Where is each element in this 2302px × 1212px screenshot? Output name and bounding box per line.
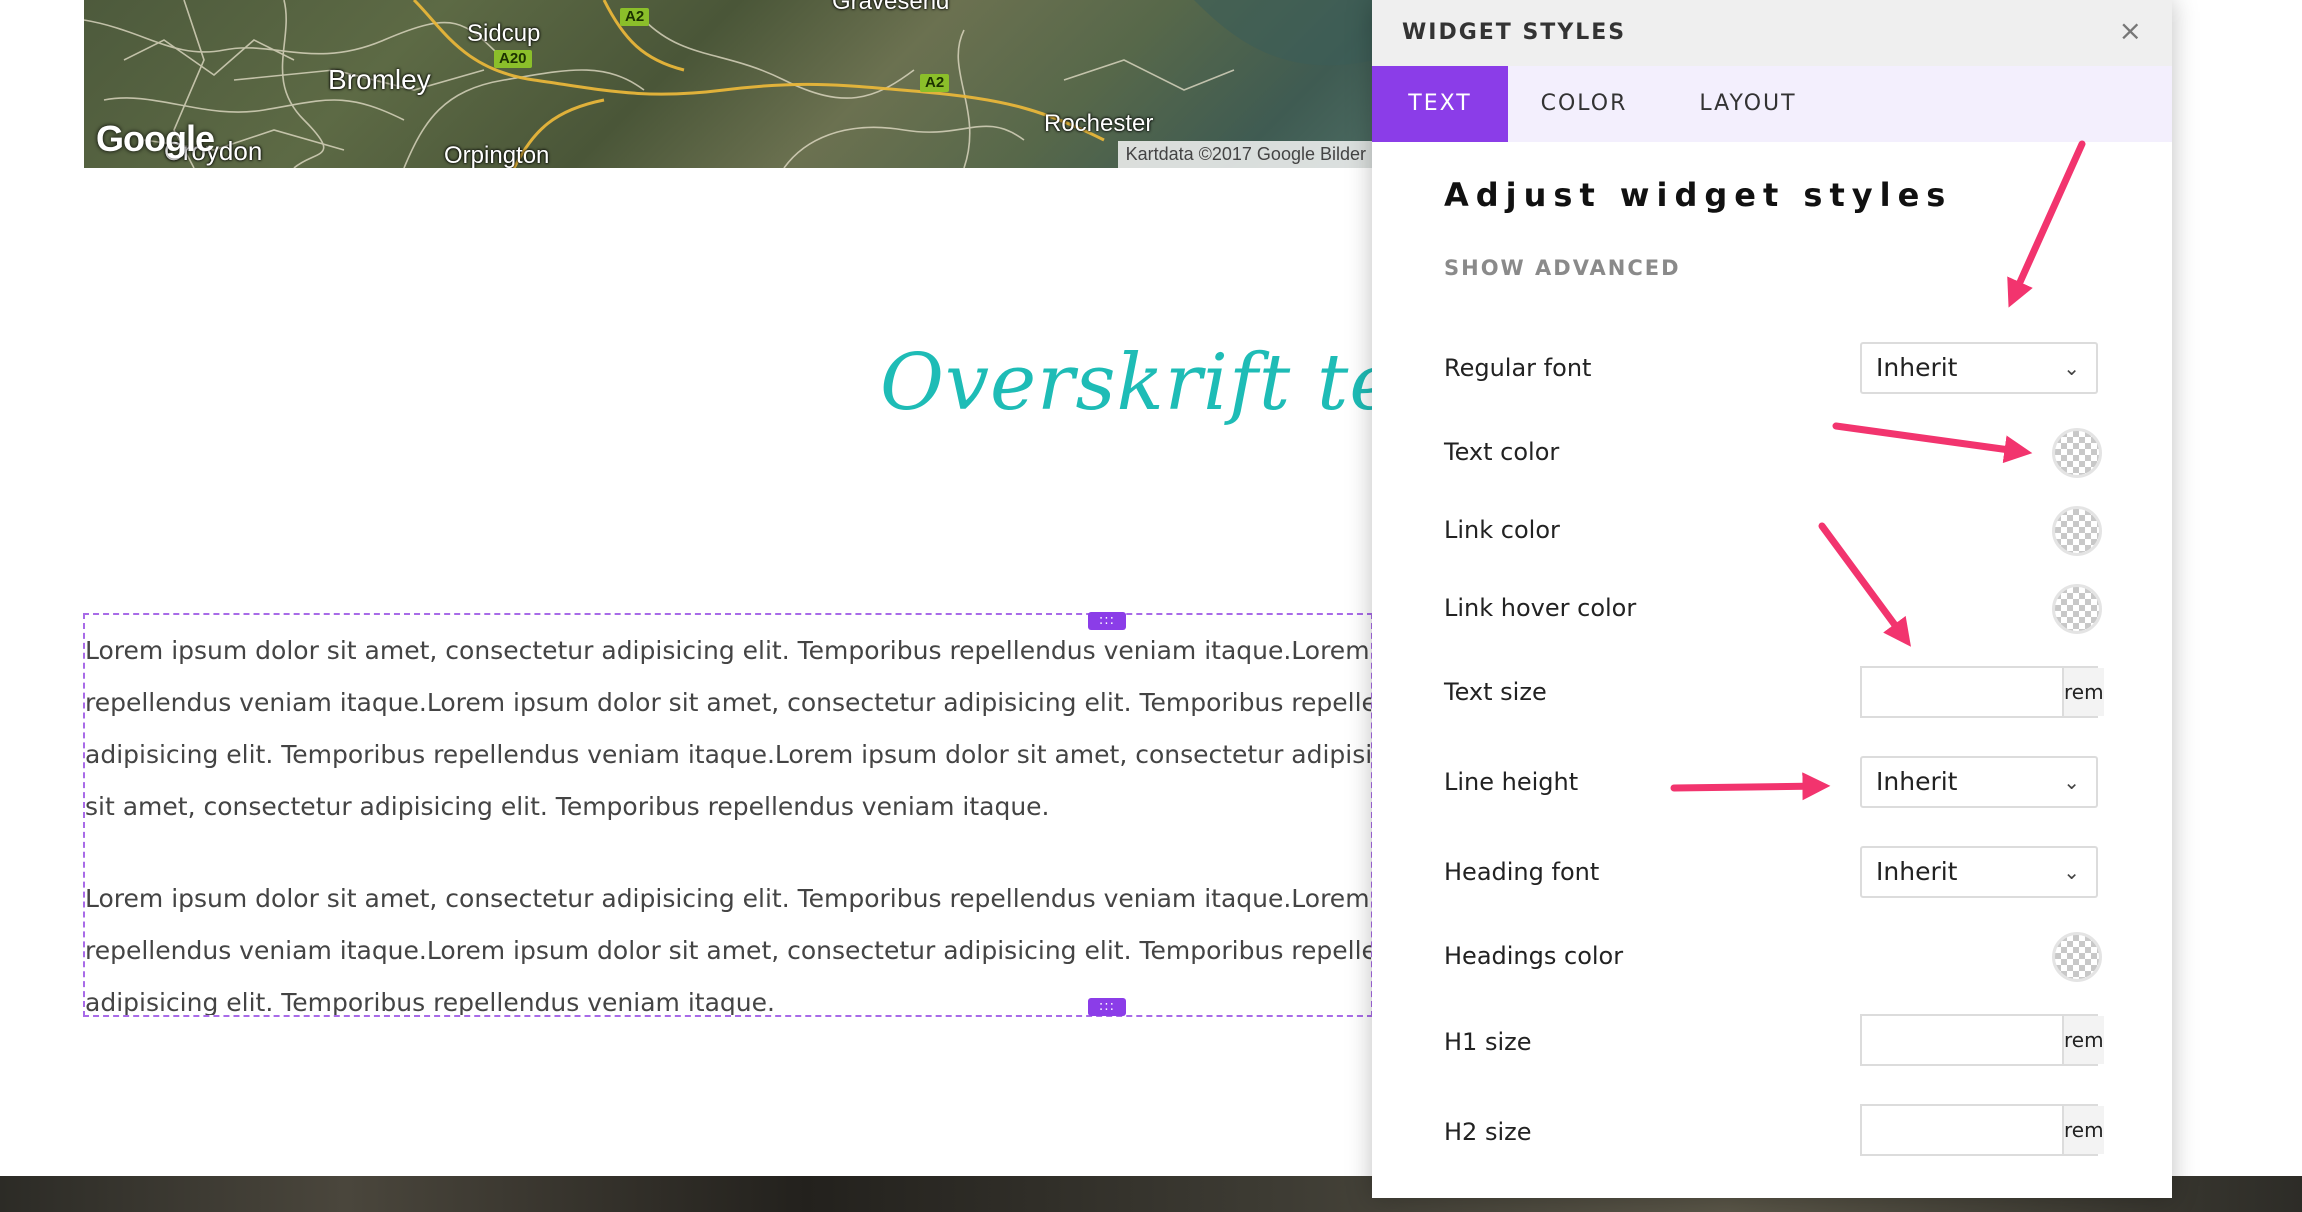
paragraph-line: adipisicing elit. Temporibus repellendus… — [85, 740, 1373, 769]
panel-header: WIDGET STYLES × — [1372, 0, 2172, 66]
tab-color[interactable]: COLOR — [1520, 66, 1648, 142]
text-widget[interactable]: Lorem ipsum dolor sit amet, consectetur … — [83, 613, 1373, 1017]
map-place-label: Rochester — [1044, 110, 1154, 137]
road-badge: A20 — [494, 50, 532, 68]
map-place-label: Bromley — [328, 64, 431, 95]
link-hover-color-swatch[interactable] — [2052, 584, 2102, 634]
h1-size-input[interactable] — [1862, 1016, 2062, 1064]
tab-text[interactable]: TEXT — [1372, 66, 1508, 142]
regular-font-select[interactable]: Inherit ⌄ — [1860, 342, 2098, 394]
widget-styles-panel: WIDGET STYLES × TEXT COLOR LAYOUT Adjust… — [1372, 0, 2172, 1198]
h2-size-label: H2 size — [1444, 1118, 1532, 1146]
headings-color-swatch[interactable] — [2052, 932, 2102, 982]
text-color-swatch[interactable] — [2052, 428, 2102, 478]
close-icon[interactable]: × — [2119, 14, 2142, 47]
heading-font-select[interactable]: Inherit ⌄ — [1860, 846, 2098, 898]
line-height-select[interactable]: Inherit ⌄ — [1860, 756, 2098, 808]
paragraph-line: adipisicing elit. Temporibus repellendus… — [85, 988, 775, 1017]
line-height-value: Inherit — [1876, 767, 1958, 796]
h1-size-label: H1 size — [1444, 1028, 1532, 1056]
panel-title: WIDGET STYLES — [1402, 20, 1627, 45]
line-height-label: Line height — [1444, 768, 1579, 796]
heading-font-value: Inherit — [1876, 857, 1958, 886]
paragraph-line: repellendus veniam itaque.Lorem ipsum do… — [85, 688, 1373, 717]
link-color-swatch[interactable] — [2052, 506, 2102, 556]
h2-size-input[interactable] — [1862, 1106, 2062, 1154]
drag-handle-icon[interactable]: ::: — [1088, 612, 1126, 630]
paragraph-line: Lorem ipsum dolor sit amet, consectetur … — [85, 636, 1373, 665]
h1-size-field: rem — [1860, 1014, 2104, 1066]
chevron-down-icon: ⌄ — [2063, 770, 2080, 794]
map-embed[interactable]: Sidcup Bromley Croydon Orpington Rochest… — [84, 0, 1374, 168]
chevron-down-icon: ⌄ — [2063, 860, 2080, 884]
show-advanced-link[interactable]: SHOW ADVANCED — [1444, 256, 1681, 280]
link-hover-color-label: Link hover color — [1444, 594, 1637, 622]
text-size-label: Text size — [1444, 678, 1547, 706]
drag-handle-icon[interactable]: ::: — [1088, 998, 1126, 1016]
tab-bar: TEXT COLOR LAYOUT — [1372, 66, 2172, 142]
text-size-input[interactable] — [1862, 668, 2062, 716]
link-color-label: Link color — [1444, 516, 1560, 544]
text-size-field: rem — [1860, 666, 2104, 718]
map-place-label: Orpington — [444, 142, 550, 168]
paragraph: Lorem ipsum dolor sit amet, consectetur … — [85, 873, 1373, 1017]
map-attribution[interactable]: Kartdata ©2017 Google Bilder — [1117, 141, 1374, 168]
unit-label: rem — [2062, 1016, 2104, 1064]
regular-font-value: Inherit — [1876, 353, 1958, 382]
chevron-down-icon: ⌄ — [2063, 356, 2080, 380]
map-place-label: Gravesend — [832, 0, 950, 15]
google-logo: Google — [96, 118, 215, 159]
unit-label: rem — [2062, 668, 2104, 716]
paragraph: Lorem ipsum dolor sit amet, consectetur … — [85, 625, 1373, 833]
road-badge: A2 — [920, 74, 950, 92]
h2-size-field: rem — [1860, 1104, 2104, 1156]
tab-layout[interactable]: LAYOUT — [1672, 66, 1824, 142]
regular-font-label: Regular font — [1444, 354, 1592, 382]
road-badge: A2 — [620, 8, 650, 26]
map-place-label: Sidcup — [467, 20, 541, 47]
headings-color-label: Headings color — [1444, 942, 1624, 970]
paragraph-line: sit amet, consectetur adipisicing elit. … — [85, 792, 1050, 821]
text-color-label: Text color — [1444, 438, 1560, 466]
panel-heading: Adjust widget styles — [1444, 176, 1953, 214]
heading-font-label: Heading font — [1444, 858, 1600, 886]
paragraph-line: repellendus veniam itaque.Lorem ipsum do… — [85, 936, 1373, 965]
unit-label: rem — [2062, 1106, 2104, 1154]
paragraph-line: Lorem ipsum dolor sit amet, consectetur … — [85, 884, 1373, 913]
